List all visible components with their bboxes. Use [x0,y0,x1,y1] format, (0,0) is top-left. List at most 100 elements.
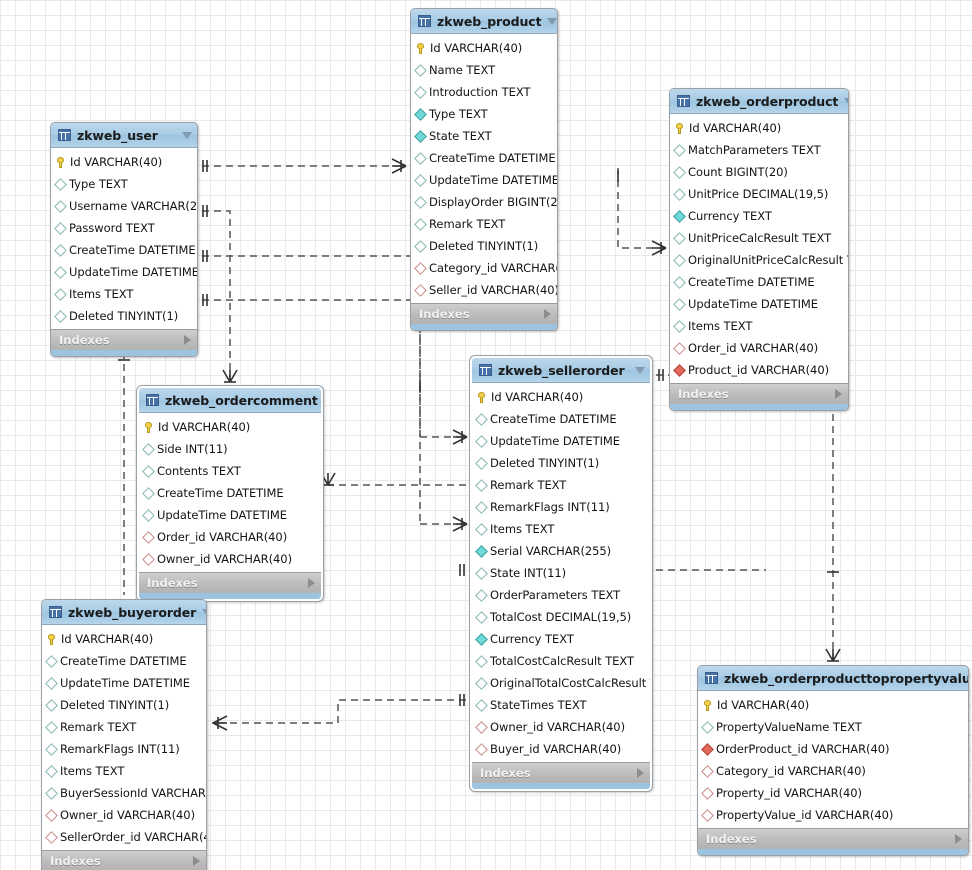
table-field[interactable]: CreateTime DATETIME [139,482,321,504]
table-field[interactable]: CreateTime DATETIME [51,239,197,261]
chevron-down-icon[interactable] [547,17,557,25]
table-field[interactable]: Type TEXT [411,103,557,125]
er-diagram-canvas[interactable]: zkweb_user Id VARCHAR(40) Type TEXT Usernam… [0,0,972,870]
table-field[interactable]: Owner_id VARCHAR(40) [472,716,650,738]
table-field[interactable]: Buyer_id VARCHAR(40) [472,738,650,760]
table-field[interactable]: Password TEXT [51,217,197,239]
table-field[interactable]: RemarkFlags INT(11) [472,496,650,518]
table-field[interactable]: Deleted TINYINT(1) [472,452,650,474]
table-field[interactable]: Category_id VARCHAR(40) [698,760,968,782]
table-field[interactable]: CreateTime DATETIME [670,271,848,293]
table-field[interactable]: OriginalTotalCostCalcResult TEXT [472,672,650,694]
table-field[interactable]: Property_id VARCHAR(40) [698,782,968,804]
indexes-section-zkweb_user[interactable]: Indexes [51,329,197,350]
table-header-zkweb_sellerorder[interactable]: zkweb_sellerorder [472,358,650,383]
table-field[interactable]: Order_id VARCHAR(40) [670,337,848,359]
table-field[interactable]: Remark TEXT [42,716,206,738]
table-field[interactable]: UnitPrice DECIMAL(19,5) [670,183,848,205]
table-field[interactable]: CreateTime DATETIME [411,147,557,169]
table-field[interactable]: Contents TEXT [139,460,321,482]
table-field[interactable]: OrderProduct_id VARCHAR(40) [698,738,968,760]
table-field[interactable]: BuyerSessionId VARCHAR(40) [42,782,206,804]
table-field[interactable]: Items TEXT [42,760,206,782]
table-field[interactable]: Id VARCHAR(40) [698,694,968,716]
indexes-section-zkweb_buyerorder[interactable]: Indexes [42,850,206,870]
table-field[interactable]: CreateTime DATETIME [472,408,650,430]
table-field[interactable]: Introduction TEXT [411,81,557,103]
table-field[interactable]: Seller_id VARCHAR(40) [411,279,557,301]
table-field[interactable]: Side INT(11) [139,438,321,460]
table-field[interactable]: Deleted TINYINT(1) [51,305,197,327]
table-field[interactable]: UpdateTime DATETIME [411,169,557,191]
table-field[interactable]: Owner_id VARCHAR(40) [42,804,206,826]
chevron-right-icon[interactable] [308,578,315,588]
table-field[interactable]: UpdateTime DATETIME [51,261,197,283]
table-field[interactable]: PropertyValue_id VARCHAR(40) [698,804,968,826]
table-field[interactable]: Deleted TINYINT(1) [411,235,557,257]
table-field[interactable]: UpdateTime DATETIME [42,672,206,694]
chevron-right-icon[interactable] [637,768,644,778]
table-field[interactable]: PropertyValueName TEXT [698,716,968,738]
table-field[interactable]: Items TEXT [670,315,848,337]
table-field[interactable]: OrderParameters TEXT [472,584,650,606]
table-field[interactable]: Order_id VARCHAR(40) [139,526,321,548]
table-field[interactable]: DisplayOrder BIGINT(20) [411,191,557,213]
table-field[interactable]: Name TEXT [411,59,557,81]
chevron-right-icon[interactable] [835,389,842,399]
table-field[interactable]: Type TEXT [51,173,197,195]
chevron-down-icon[interactable] [202,608,206,616]
table-field[interactable]: UnitPriceCalcResult TEXT [670,227,848,249]
table-field[interactable]: SellerOrder_id VARCHAR(40) [42,826,206,848]
table-zkweb_buyerorder[interactable]: zkweb_buyerorder Id VARCHAR(40) CreateTime… [41,599,207,870]
table-zkweb_sellerorder[interactable]: zkweb_sellerorder Id VARCHAR(40) CreateTim… [470,356,652,791]
table-field[interactable]: TotalCostCalcResult TEXT [472,650,650,672]
table-field[interactable]: State INT(11) [472,562,650,584]
table-field[interactable]: UpdateTime DATETIME [472,430,650,452]
table-field[interactable]: Count BIGINT(20) [670,161,848,183]
table-field[interactable]: Currency TEXT [472,628,650,650]
table-header-zkweb_orderproducttopropertyvalue[interactable]: zkweb_orderproducttopropertyvalue [698,666,968,691]
table-field[interactable]: Id VARCHAR(40) [411,37,557,59]
table-zkweb_ordercomment[interactable]: zkweb_ordercomment Id VARCHAR(40) Side INT… [137,386,323,601]
table-field[interactable]: Id VARCHAR(40) [42,628,206,650]
indexes-section-zkweb_product[interactable]: Indexes [411,303,557,324]
indexes-section-zkweb_ordercomment[interactable]: Indexes [139,572,321,593]
indexes-section-zkweb_orderproduct[interactable]: Indexes [670,383,848,404]
chevron-down-icon[interactable] [844,97,848,105]
table-field[interactable]: Deleted TINYINT(1) [42,694,206,716]
chevron-right-icon[interactable] [544,309,551,319]
table-field[interactable]: Username VARCHAR(255) [51,195,197,217]
table-header-zkweb_ordercomment[interactable]: zkweb_ordercomment [139,388,321,413]
table-header-zkweb_user[interactable]: zkweb_user [51,123,197,148]
table-field[interactable]: Owner_id VARCHAR(40) [139,548,321,570]
chevron-right-icon[interactable] [193,856,200,866]
table-field[interactable]: Items TEXT [472,518,650,540]
table-field[interactable]: UpdateTime DATETIME [670,293,848,315]
table-field[interactable]: CreateTime DATETIME [42,650,206,672]
table-field[interactable]: TotalCost DECIMAL(19,5) [472,606,650,628]
chevron-right-icon[interactable] [184,335,191,345]
table-field[interactable]: RemarkFlags INT(11) [42,738,206,760]
table-field[interactable]: Id VARCHAR(40) [670,117,848,139]
chevron-right-icon[interactable] [955,834,962,844]
table-field[interactable]: Id VARCHAR(40) [472,386,650,408]
table-field[interactable]: UpdateTime DATETIME [139,504,321,526]
indexes-section-zkweb_orderproducttopropertyvalue[interactable]: Indexes [698,828,968,849]
table-zkweb_orderproducttopropertyvalue[interactable]: zkweb_orderproducttopropertyvalue Id VARC… [697,665,969,856]
table-header-zkweb_buyerorder[interactable]: zkweb_buyerorder [42,600,206,625]
table-zkweb_orderproduct[interactable]: zkweb_orderproduct Id VARCHAR(40) MatchPar… [669,88,849,411]
table-zkweb_user[interactable]: zkweb_user Id VARCHAR(40) Type TEXT Usernam… [50,122,198,357]
table-field[interactable]: Items TEXT [51,283,197,305]
table-header-zkweb_product[interactable]: zkweb_product [411,9,557,34]
table-field[interactable]: Id VARCHAR(40) [139,416,321,438]
chevron-down-icon[interactable] [635,366,645,374]
table-field[interactable]: Category_id VARCHAR(40) [411,257,557,279]
table-field[interactable]: Remark TEXT [472,474,650,496]
table-field[interactable]: Id VARCHAR(40) [51,151,197,173]
table-zkweb_product[interactable]: zkweb_product Id VARCHAR(40) Name TEXT Intr… [410,8,558,331]
table-field[interactable]: MatchParameters TEXT [670,139,848,161]
table-field[interactable]: Product_id VARCHAR(40) [670,359,848,381]
table-field[interactable]: State TEXT [411,125,557,147]
table-field[interactable]: Serial VARCHAR(255) [472,540,650,562]
table-field[interactable]: OriginalUnitPriceCalcResult TEXT [670,249,848,271]
